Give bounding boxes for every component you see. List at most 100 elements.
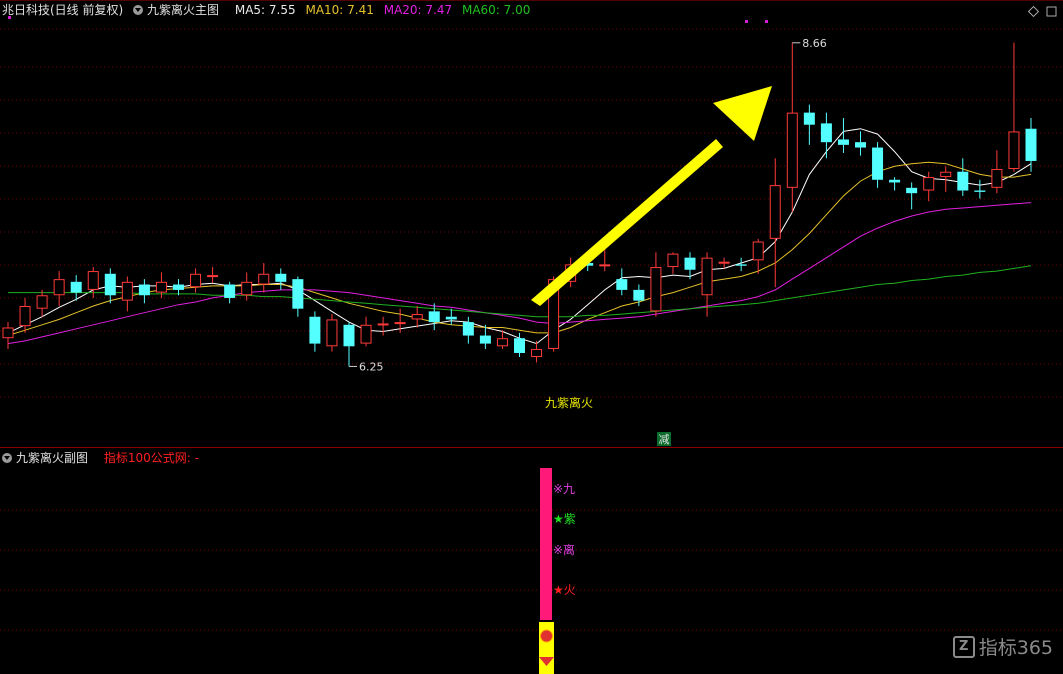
candle-body — [957, 171, 969, 191]
candle-body — [258, 273, 270, 285]
candle-body — [514, 338, 525, 353]
candle — [820, 112, 832, 159]
candle — [36, 289, 48, 317]
candle — [923, 171, 935, 202]
candle-body — [786, 112, 798, 188]
candle-body — [394, 322, 406, 325]
chevron-down-icon[interactable] — [133, 5, 144, 15]
candle-body — [138, 284, 150, 296]
candle — [411, 306, 423, 328]
candle-body — [309, 316, 321, 344]
candle — [138, 279, 150, 304]
chevron-down-icon[interactable] — [2, 453, 12, 463]
candle-body — [633, 289, 645, 301]
sub-header: 九紫离火副图 指标100公式网: - — [2, 448, 205, 468]
candle-body — [752, 241, 764, 261]
high-label: 8.66 — [802, 37, 827, 50]
candle-body — [496, 338, 508, 347]
candle — [309, 311, 321, 352]
candle — [445, 308, 457, 325]
candle-body — [377, 323, 389, 326]
candle — [752, 238, 764, 274]
candle — [957, 158, 969, 196]
candle-body — [36, 295, 48, 309]
candle — [667, 252, 679, 274]
candle — [258, 263, 270, 293]
candle-body — [531, 348, 543, 358]
candle-body — [445, 316, 457, 320]
watermark-text: 指标365 — [978, 637, 1053, 659]
candle-body — [104, 273, 116, 296]
signal-char: ※九 — [553, 482, 575, 496]
candle-body — [173, 284, 184, 290]
candle-body — [718, 261, 730, 264]
watermark: Z 指标365 — [952, 633, 1053, 660]
candle-body — [343, 324, 355, 347]
candle-body — [684, 257, 696, 270]
candle-body — [87, 271, 99, 290]
candle-body — [1025, 128, 1037, 161]
candle-body — [650, 267, 662, 312]
ma20-value: MA20: 7.47 — [383, 3, 453, 17]
signal-bar — [540, 468, 552, 620]
ma60-value: MA60: 7.00 — [461, 3, 531, 17]
candle-body — [923, 177, 935, 191]
candle-body — [940, 171, 952, 178]
candle-body — [155, 281, 167, 293]
candle — [428, 303, 440, 331]
ma-line-ma10 — [7, 161, 1032, 336]
ma10-value: MA10: 7.41 — [305, 3, 374, 17]
candle — [121, 276, 133, 312]
candle-body — [479, 335, 491, 344]
candle-body — [667, 253, 679, 268]
candle-body — [974, 190, 986, 192]
candle — [786, 42, 798, 212]
candle — [207, 267, 219, 284]
candle — [190, 268, 202, 293]
candle — [53, 271, 65, 306]
candle-body — [616, 279, 628, 290]
maximize-icon — [1046, 6, 1057, 17]
arrow-head — [713, 86, 772, 141]
candle-body — [411, 314, 423, 320]
candle-body — [889, 179, 901, 183]
candle — [650, 252, 662, 317]
marker-dot — [745, 20, 748, 23]
candle-body — [1008, 131, 1020, 170]
reduce-marker: 减 — [659, 433, 670, 446]
candle — [1008, 42, 1020, 172]
candle — [360, 316, 372, 347]
candle-body — [241, 281, 253, 296]
candle-body — [360, 324, 372, 344]
candle — [803, 104, 815, 145]
candle — [531, 340, 543, 363]
candle-body — [735, 264, 747, 266]
marker-dot — [765, 20, 768, 23]
candle-body — [121, 281, 133, 301]
sub-note: 指标100公式网: - — [103, 451, 199, 465]
signal-char: ★紫 — [553, 512, 576, 526]
stock-title: 兆日科技(日线 前复权) — [2, 3, 124, 17]
candle — [616, 268, 628, 296]
candle-body — [70, 281, 82, 293]
candle — [326, 314, 338, 352]
signal-char: ★火 — [553, 583, 576, 597]
candle — [974, 179, 986, 199]
sub-indicator-dropdown[interactable]: 九紫离火副图 — [2, 451, 94, 465]
candle-body — [428, 311, 440, 323]
candle — [889, 177, 901, 191]
candle — [292, 276, 304, 317]
candle-body — [855, 142, 866, 148]
candle — [2, 322, 14, 349]
candle — [173, 279, 184, 296]
candle-body — [19, 306, 31, 327]
candle — [104, 268, 116, 304]
candle — [735, 257, 747, 272]
signal-ball-icon — [540, 629, 553, 643]
candle — [377, 316, 389, 336]
signal-char: ※离 — [553, 542, 575, 557]
indicator-dropdown[interactable]: 九紫离火主图 — [133, 3, 225, 17]
candle-body — [820, 123, 832, 143]
candle-body — [769, 185, 781, 239]
candle-body — [207, 275, 219, 278]
